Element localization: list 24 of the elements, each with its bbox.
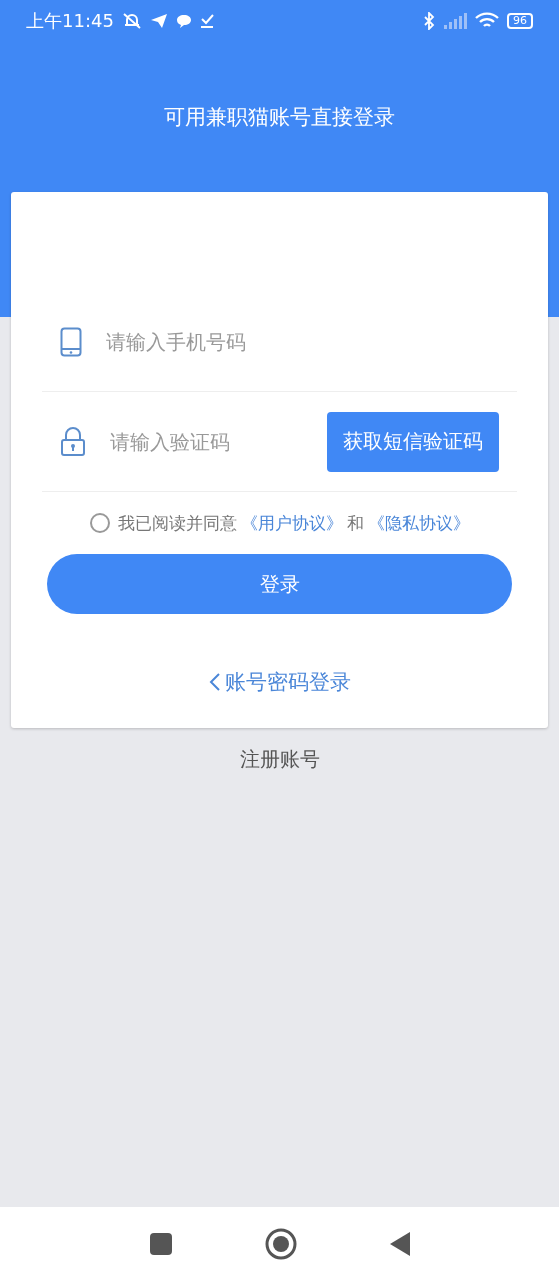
home-icon[interactable] xyxy=(264,1227,297,1260)
bluetooth-icon xyxy=(423,12,435,30)
agreement-text: 我已阅读并同意 xyxy=(117,511,237,535)
paper-plane-icon xyxy=(149,13,168,29)
get-code-button[interactable]: 获取短信验证码 xyxy=(327,411,499,472)
chevron-left-icon xyxy=(208,672,221,692)
muted-bell-icon xyxy=(121,12,142,30)
register-link[interactable]: 注册账号 xyxy=(239,746,320,773)
status-time: 上午11:45 xyxy=(26,9,114,33)
signal-icon xyxy=(443,13,467,29)
password-login-link[interactable]: 账号密码登录 xyxy=(208,668,351,696)
agree-checkbox[interactable] xyxy=(89,513,110,533)
recent-apps-icon[interactable] xyxy=(148,1231,173,1256)
user-agreement-link[interactable]: 《用户协议》 xyxy=(240,511,343,535)
padlock-icon xyxy=(60,426,86,457)
header-title: 可用兼职猫账号直接登录 xyxy=(164,104,395,131)
privacy-policy-link[interactable]: 《隐私协议》 xyxy=(367,511,470,535)
and-text: 和 xyxy=(346,511,364,535)
battery-indicator: 96 xyxy=(507,13,533,29)
back-icon[interactable] xyxy=(388,1230,411,1257)
phone-icon xyxy=(60,326,82,357)
chat-bubble-icon xyxy=(175,13,192,29)
checkmark-icon xyxy=(199,13,214,29)
login-button[interactable]: 登录 xyxy=(47,554,512,614)
